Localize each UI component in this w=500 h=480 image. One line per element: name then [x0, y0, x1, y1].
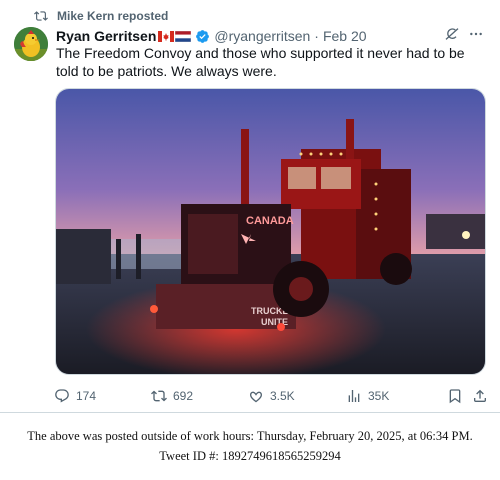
post-image[interactable]: CANADA TRUCKERS UNITE — [55, 88, 486, 375]
post-date[interactable]: Feb 20 — [323, 28, 367, 44]
share-button[interactable] — [472, 386, 494, 406]
grok-icon[interactable] — [444, 26, 460, 42]
reply-icon — [55, 389, 69, 403]
separator: · — [314, 28, 319, 44]
bookmark-icon — [449, 389, 461, 404]
author-name[interactable]: Ryan Gerritsen — [56, 28, 156, 44]
reply-button[interactable]: 174 — [54, 386, 96, 406]
verified-badge-icon[interactable] — [195, 29, 210, 44]
footer-line-2: Tweet ID #: 1892749618565259294 — [159, 449, 341, 463]
footer-line-1: The above was posted outside of work hou… — [27, 429, 473, 443]
analytics-icon — [348, 390, 360, 402]
post-header: Ryan Gerritsen @ryangerritsen · Feb 20 — [56, 26, 484, 46]
repost-indicator[interactable]: Mike Kern reposted — [34, 8, 168, 24]
trailer-word: CANADA — [246, 215, 294, 227]
repost-label: Mike Kern reposted — [57, 9, 169, 23]
repost-count: 692 — [173, 389, 194, 403]
views-button[interactable]: 35K — [346, 386, 389, 406]
action-bar: 174 692 3.5K 35K — [54, 386, 490, 406]
netherlands-flag-icon — [175, 30, 192, 42]
repost-icon — [34, 11, 48, 21]
repost-button[interactable]: 692 — [151, 386, 193, 406]
heart-icon — [250, 391, 262, 403]
avatar[interactable] — [14, 27, 48, 61]
reply-count: 174 — [76, 389, 97, 403]
more-icon[interactable] — [468, 26, 484, 42]
bookmark-button[interactable] — [447, 386, 469, 406]
canada-flag-icon — [158, 30, 175, 42]
like-button[interactable]: 3.5K — [248, 386, 295, 406]
author-handle[interactable]: @ryangerritsen — [214, 28, 310, 44]
share-icon — [474, 389, 486, 402]
divider — [0, 412, 500, 413]
repost-icon — [151, 390, 167, 402]
footer-note: The above was posted outside of work hou… — [0, 426, 500, 466]
like-count: 3.5K — [270, 389, 295, 403]
post-text: The Freedom Convoy and those who support… — [56, 45, 465, 79]
views-count: 35K — [368, 389, 390, 403]
